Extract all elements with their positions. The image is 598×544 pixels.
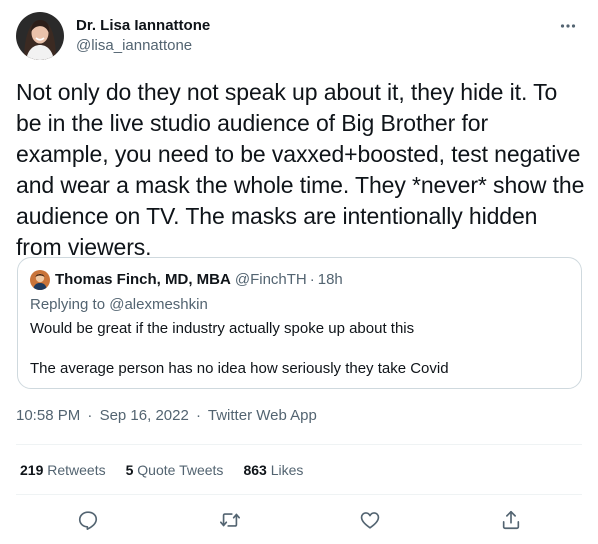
quoted-separator: · xyxy=(309,271,315,288)
quoted-author-handle: @FinchTH xyxy=(234,271,307,288)
share-icon xyxy=(502,510,520,530)
quoted-author-avatar xyxy=(30,270,50,290)
author-avatar[interactable] xyxy=(16,12,64,60)
author-display-name[interactable]: Dr. Lisa Iannattone xyxy=(76,16,210,36)
meta-separator: · xyxy=(195,407,201,424)
tweet-meta: 10:58 PM · Sep 16, 2022 · Twitter Web Ap… xyxy=(16,406,317,426)
retweet-button[interactable] xyxy=(218,508,242,532)
divider xyxy=(16,444,582,445)
reply-button[interactable] xyxy=(76,508,100,532)
like-icon xyxy=(360,512,380,529)
tweet-header: Dr. Lisa Iannattone @lisa_iannattone xyxy=(16,12,586,60)
quoted-tweet-body: Would be great if the industry actually … xyxy=(30,319,449,379)
meta-separator: · xyxy=(87,407,93,424)
like-button[interactable] xyxy=(358,508,382,532)
quote-tweets-count: 5 xyxy=(125,462,134,478)
quoted-tweet-line: The average person has no idea how serio… xyxy=(30,360,449,377)
tweet-text: Not only do they not speak up about it, … xyxy=(16,79,585,260)
quoted-tweet[interactable]: Thomas Finch, MD, MBA @FinchTH · 18h Rep… xyxy=(17,257,582,389)
more-horizontal-icon xyxy=(560,24,576,28)
quoted-time: 18h xyxy=(317,271,343,288)
retweets-label: Retweets xyxy=(47,462,106,478)
tweet-time[interactable]: 10:58 PM xyxy=(16,407,80,424)
quote-tweets-stat[interactable]: 5 Quote Tweets xyxy=(126,460,224,480)
share-button[interactable] xyxy=(499,508,523,532)
likes-stat[interactable]: 863 Likes xyxy=(243,460,303,480)
divider xyxy=(16,494,582,495)
likes-label: Likes xyxy=(270,462,304,478)
replying-to: Replying to @alexmeshkin xyxy=(30,295,208,315)
retweets-count: 219 xyxy=(20,462,44,478)
tweet-source-app[interactable]: Twitter Web App xyxy=(208,407,317,424)
quote-tweets-label: Quote Tweets xyxy=(137,462,224,478)
tweet-actions xyxy=(0,504,598,536)
likes-count: 863 xyxy=(243,462,267,478)
more-options-button[interactable] xyxy=(556,14,580,38)
retweet-icon xyxy=(220,513,240,527)
quoted-author-name: Thomas Finch, MD, MBA xyxy=(55,271,231,288)
author-names: Dr. Lisa Iannattone @lisa_iannattone xyxy=(76,16,210,56)
replying-prefix: Replying to xyxy=(30,296,106,313)
reply-icon xyxy=(78,511,98,530)
tweet-date[interactable]: Sep 16, 2022 xyxy=(100,407,189,424)
quoted-tweet-line: Would be great if the industry actually … xyxy=(30,320,415,337)
tweet-stats: 219 Retweets 5 Quote Tweets 863 Likes xyxy=(20,460,323,480)
replying-to-user: @alexmeshkin xyxy=(109,296,208,313)
quoted-tweet-header: Thomas Finch, MD, MBA @FinchTH · 18h xyxy=(30,270,343,290)
author-handle[interactable]: @lisa_iannattone xyxy=(76,36,210,56)
retweets-stat[interactable]: 219 Retweets xyxy=(20,460,106,480)
